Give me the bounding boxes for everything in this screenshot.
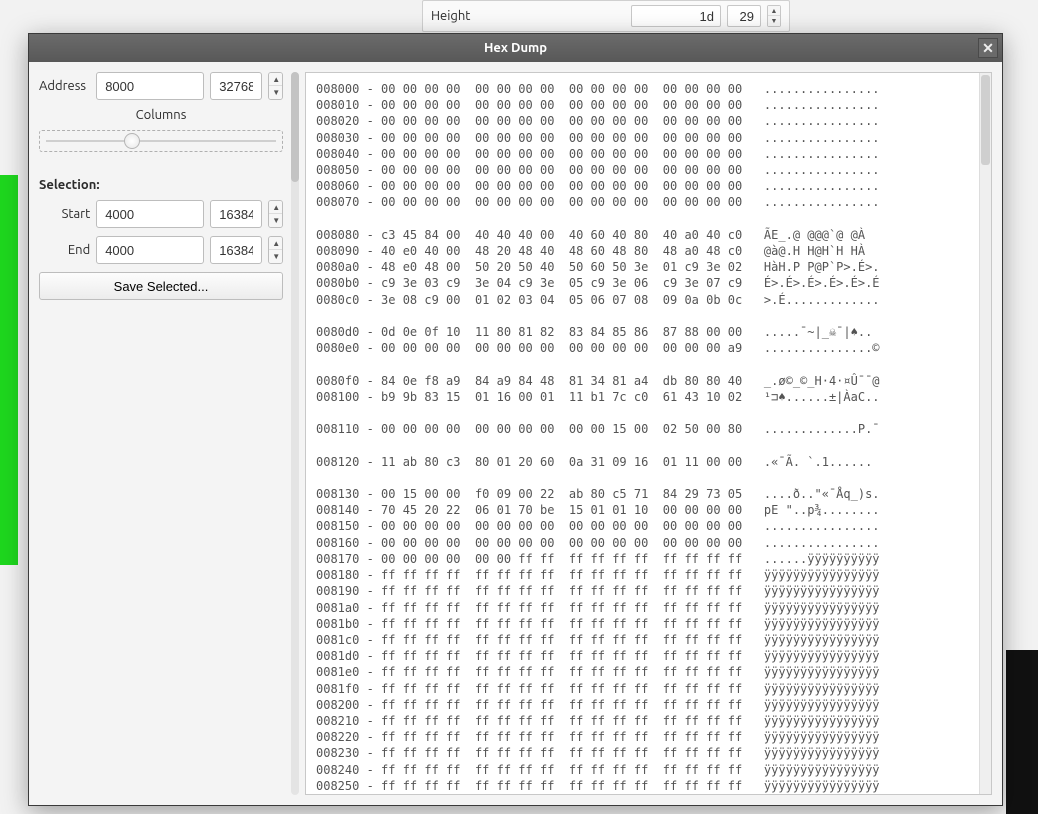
dump-scrollbar[interactable] bbox=[979, 73, 991, 794]
controls-panel: Address ▲▼ Columns Selection: Start ▲▼ E… bbox=[39, 72, 283, 795]
bg-height-hex-input[interactable] bbox=[631, 5, 721, 27]
panel-scrollbar[interactable] bbox=[291, 72, 299, 795]
chevron-up-icon[interactable]: ▲ bbox=[269, 73, 283, 86]
start-label: Start bbox=[39, 207, 90, 221]
start-spinner[interactable]: ▲▼ bbox=[268, 200, 283, 228]
slider-thumb[interactable] bbox=[124, 133, 140, 149]
chevron-up-icon[interactable]: ▲ bbox=[269, 201, 283, 214]
bg-height-dec-input[interactable] bbox=[727, 5, 761, 27]
address-label: Address bbox=[39, 79, 90, 93]
columns-slider[interactable] bbox=[39, 130, 283, 152]
chevron-up-icon[interactable]: ▲ bbox=[768, 6, 780, 16]
start-dec-input[interactable] bbox=[210, 200, 262, 228]
scrollbar-thumb[interactable] bbox=[291, 72, 299, 182]
selection-heading: Selection: bbox=[39, 178, 283, 192]
bg-dark-strip bbox=[1006, 650, 1038, 814]
bg-height-row: Height ▲▼ bbox=[422, 0, 790, 32]
hex-dump-text[interactable]: 008000 - 00 00 00 00 00 00 00 00 00 00 0… bbox=[306, 73, 979, 794]
bg-height-label: Height bbox=[431, 9, 470, 23]
hex-dump-view[interactable]: 008000 - 00 00 00 00 00 00 00 00 00 00 0… bbox=[305, 72, 992, 795]
end-label: End bbox=[39, 243, 90, 257]
chevron-down-icon[interactable]: ▼ bbox=[269, 86, 283, 99]
bg-height-spinner[interactable]: ▲▼ bbox=[767, 5, 781, 27]
bg-green-strip bbox=[0, 175, 18, 565]
slider-track bbox=[46, 140, 276, 142]
save-selected-button[interactable]: Save Selected... bbox=[39, 272, 283, 300]
chevron-down-icon[interactable]: ▼ bbox=[269, 250, 283, 263]
end-spinner[interactable]: ▲▼ bbox=[268, 236, 283, 264]
chevron-down-icon[interactable]: ▼ bbox=[768, 16, 780, 26]
address-dec-input[interactable] bbox=[210, 72, 262, 100]
close-button[interactable]: ✕ bbox=[978, 38, 998, 58]
address-hex-input[interactable] bbox=[96, 72, 204, 100]
scrollbar-thumb[interactable] bbox=[981, 75, 990, 165]
titlebar[interactable]: Hex Dump ✕ bbox=[29, 34, 1002, 62]
hex-dump-window: Hex Dump ✕ Address ▲▼ Columns Selection:… bbox=[28, 33, 1003, 806]
end-dec-input[interactable] bbox=[210, 236, 262, 264]
columns-label: Columns bbox=[39, 108, 283, 122]
start-hex-input[interactable] bbox=[96, 200, 204, 228]
end-hex-input[interactable] bbox=[96, 236, 204, 264]
window-title: Hex Dump bbox=[484, 41, 547, 55]
address-spinner[interactable]: ▲▼ bbox=[268, 72, 283, 100]
chevron-up-icon[interactable]: ▲ bbox=[269, 237, 283, 250]
close-icon: ✕ bbox=[982, 40, 994, 57]
chevron-down-icon[interactable]: ▼ bbox=[269, 214, 283, 227]
